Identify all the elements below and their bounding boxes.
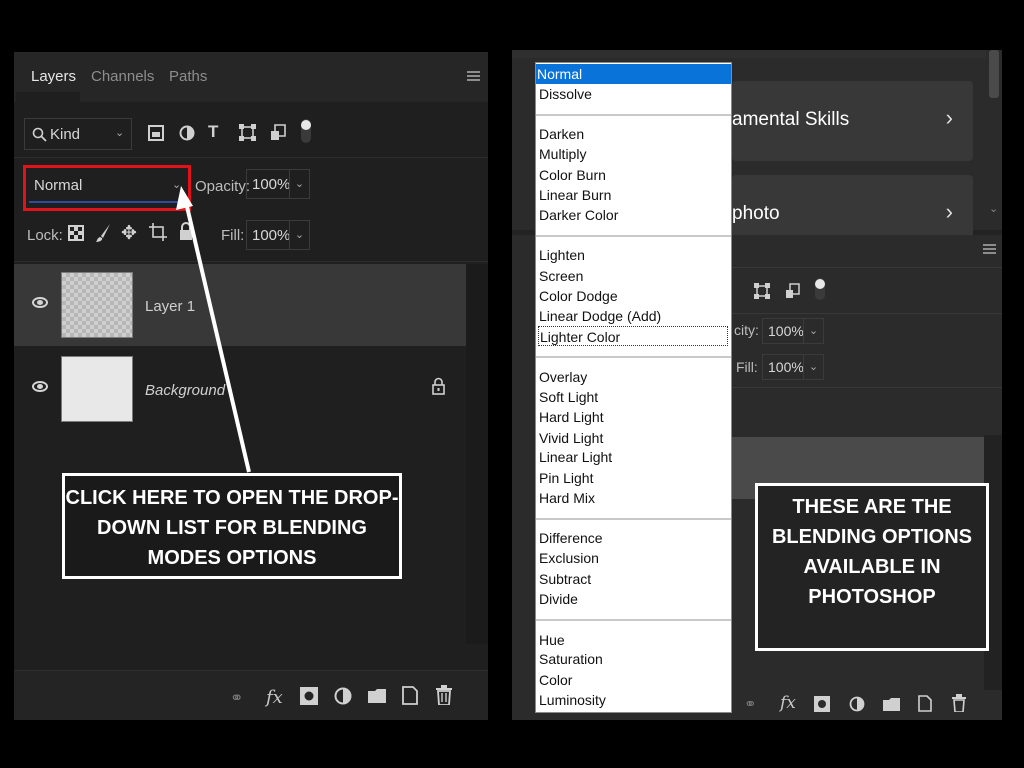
- blend-mode-dropdown[interactable]: Normal Dissolve Darken Multiply Color Bu…: [535, 62, 732, 713]
- blend-option-pin-light[interactable]: Pin Light: [538, 468, 728, 488]
- new-group-icon[interactable]: [883, 698, 900, 711]
- blend-option-hard-light[interactable]: Hard Light: [538, 407, 728, 427]
- blend-option-hue[interactable]: Hue: [538, 630, 728, 650]
- instruction-callout: CLICK HERE TO OPEN THE DROP-DOWN LIST FO…: [62, 473, 402, 579]
- menu-divider: [536, 619, 731, 621]
- chevron-right-icon: ›: [945, 199, 953, 224]
- panel-menu-icon[interactable]: [983, 244, 996, 255]
- blend-option-divide[interactable]: Divide: [538, 589, 728, 609]
- blend-option-exclusion[interactable]: Exclusion: [538, 548, 728, 568]
- blend-option-color-burn[interactable]: Color Burn: [538, 165, 728, 185]
- smart-object-filter-icon[interactable]: [785, 283, 800, 299]
- menu-divider: [536, 518, 731, 520]
- blend-option-color-dodge[interactable]: Color Dodge: [538, 286, 728, 306]
- callout-text: THESE ARE THE BLENDING OPTIONS AVAILABLE…: [771, 496, 972, 608]
- learn-scrollbar[interactable]: ⌄: [986, 50, 1002, 230]
- chevron-right-icon: ›: [945, 105, 953, 130]
- blend-option-hard-mix[interactable]: Hard Mix: [538, 488, 728, 508]
- shape-filter-icon[interactable]: [754, 283, 770, 299]
- menu-divider: [536, 235, 731, 237]
- card-title: amental Skills: [732, 109, 850, 130]
- blend-option-subtract[interactable]: Subtract: [538, 569, 728, 589]
- blend-option-linear-light[interactable]: Linear Light: [538, 447, 728, 467]
- adjustment-layer-icon[interactable]: [849, 696, 865, 712]
- learn-card-fundamental-skills[interactable]: amental Skills ›: [732, 81, 973, 161]
- fill-field[interactable]: 100% ⌄: [762, 354, 824, 380]
- blend-option-darker-color[interactable]: Darker Color: [538, 205, 728, 225]
- trash-icon[interactable]: [952, 694, 966, 712]
- fx-icon[interactable]: fx: [780, 693, 796, 713]
- blend-option-dissolve[interactable]: Dissolve: [538, 84, 728, 104]
- blend-option-difference[interactable]: Difference: [538, 528, 728, 548]
- blend-option-soft-light[interactable]: Soft Light: [538, 387, 728, 407]
- blend-option-screen[interactable]: Screen: [538, 266, 728, 286]
- fill-value: 100%: [768, 359, 804, 375]
- blend-option-color[interactable]: Color: [538, 670, 728, 690]
- blend-option-lighten[interactable]: Lighten: [538, 245, 728, 265]
- blend-option-vivid-light[interactable]: Vivid Light: [538, 428, 728, 448]
- new-layer-icon[interactable]: [918, 695, 932, 712]
- blend-option-darken[interactable]: Darken: [538, 124, 728, 144]
- chevron-down-icon[interactable]: ⌄: [803, 319, 823, 343]
- callout-text: CLICK HERE TO OPEN THE DROP-DOWN LIST FO…: [65, 487, 399, 569]
- blend-option-linear-burn[interactable]: Linear Burn: [538, 185, 728, 205]
- blend-option-overlay[interactable]: Overlay: [538, 367, 728, 387]
- opacity-label: city:: [734, 322, 759, 338]
- blend-option-saturation[interactable]: Saturation: [538, 649, 728, 669]
- fill-label: Fill:: [736, 359, 758, 375]
- add-mask-icon[interactable]: [814, 696, 830, 712]
- opacity-field[interactable]: 100% ⌄: [762, 318, 824, 344]
- info-callout: THESE ARE THE BLENDING OPTIONS AVAILABLE…: [755, 483, 989, 651]
- menu-divider: [536, 356, 731, 358]
- blend-option-luminosity[interactable]: Luminosity: [538, 690, 728, 710]
- chevron-down-icon[interactable]: ⌄: [803, 355, 823, 379]
- menu-divider: [536, 114, 731, 116]
- card-title: photo: [732, 203, 780, 224]
- blend-option-normal[interactable]: Normal: [536, 64, 731, 84]
- filter-toggle-icon[interactable]: [814, 277, 826, 301]
- link-layers-icon[interactable]: ⚭: [744, 695, 757, 713]
- blend-option-linear-dodge[interactable]: Linear Dodge (Add): [538, 306, 728, 326]
- blend-option-multiply[interactable]: Multiply: [538, 144, 728, 164]
- opacity-value: 100%: [768, 323, 804, 339]
- blend-option-lighter-color[interactable]: Lighter Color: [538, 326, 728, 346]
